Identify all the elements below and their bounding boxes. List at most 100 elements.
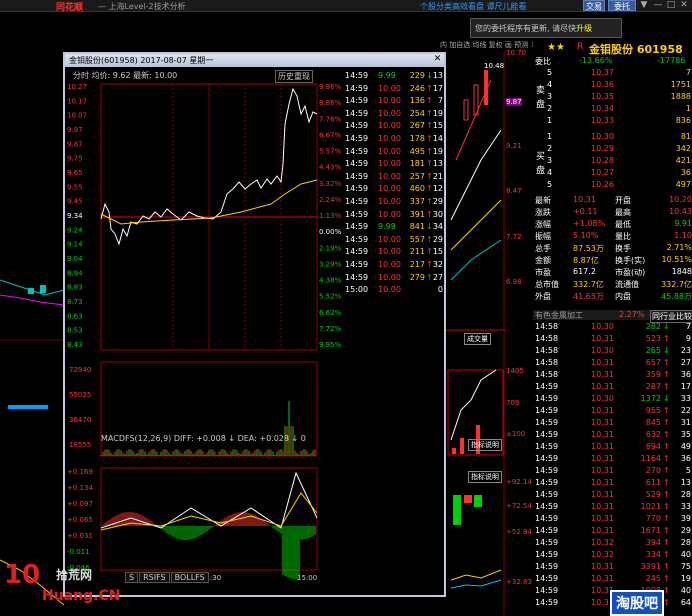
bid-level: 1 [547,132,553,141]
stat-value: 9.91 [674,219,692,228]
ask-row[interactable]: 4 10.36 1751 [533,80,692,90]
maximize-icon[interactable]: □ [664,0,678,11]
mid-price-3: 9.87 [506,98,522,106]
bid-row[interactable]: 4 10.27 36 [533,168,692,178]
trade-volume: 1671 [640,526,661,535]
popup-title[interactable]: 金钼股份(601958) 2017-08-07 星期一 [65,54,444,67]
stat-row: 总手 87.53万 换手 2.71% [533,243,692,253]
stat-value: 10.43 [669,207,692,216]
macd-tick-label: +0.065 [67,516,93,524]
close-icon[interactable]: ✕ [677,0,691,11]
tick-count: 13 [432,71,443,80]
tick-volume: 279 [409,272,425,282]
trade-direction-icon: ↑ [663,526,670,535]
stat-value: 617.2 [573,267,596,276]
stat-label: 涨幅 [535,220,551,229]
tick-time: 14:59 [345,171,369,181]
intraday-chart: 10.27 10.17 10.07 9.97 9.87 9.75 9.65 9.55 9.45 9… [67,83,342,582]
tick-volume: 229 [409,71,425,80]
bid-row[interactable]: 5 10.26 497 [533,180,692,190]
trade-count: 28 [680,490,691,499]
background-chart-left [0,279,64,606]
trade-direction-icon: ↑ [663,442,670,451]
tick-row: 14:59 10.00 267 ↑ 15 [345,121,445,132]
order-button[interactable]: 委托 [608,0,636,11]
indicator-tab[interactable]: BOLLFS [170,572,209,583]
trade-time: 14:59 [535,406,559,415]
ask-row[interactable]: 1 10.33 836 [533,116,692,126]
watermark-domain: Huang.CN [42,588,121,604]
tick-price: 10.00 [378,134,401,143]
trade-row: 14:59 10.31 845 ↑ 31 [533,418,692,428]
update-notice[interactable]: 您的委托程序有更新, 请尽快升级 [470,18,622,38]
news-link[interactable]: 个股分类高效看盘 谭尺儿能看 [420,1,527,12]
watermark-logo-number: 10 [4,560,41,590]
bid-row[interactable]: 1 10.30 81 [533,132,692,142]
tick-count: 19 [432,146,443,156]
trade-time: 14:59 [535,538,559,547]
tick-count: 12 [432,184,443,194]
tick-row: 14:59 10.00 246 ↑ 17 [345,84,445,95]
trade-button[interactable]: 交易 [583,0,605,11]
trade-row: 14:59 10.31 1164 ↑ 36 [533,454,692,464]
trade-volume: 270 [645,466,661,475]
stat-label: 最新 [535,196,551,205]
ask-row[interactable]: 5 10.37 7 [533,68,692,78]
price-tick-label: 9.04 [67,255,83,263]
favorite-star-icon[interactable]: ★★ [547,42,565,53]
ask-level: 3 [547,92,553,101]
tick-volume: 337 [409,197,425,206]
indicator-tab[interactable]: S [125,572,139,583]
trade-direction-icon: ↑ [663,538,670,547]
mid-price-7: 6.98 [506,278,522,286]
ask-row[interactable]: 2 10.34 1 [533,104,692,114]
trade-price: 10.32 [591,538,614,547]
ask-level: 4 [547,80,553,89]
kline-strip: 10.70 10.48 9.87 9.21 8.47 7.72 6.98 成交量… [446,40,533,615]
minimize-icon[interactable]: — [651,0,665,11]
ask-row[interactable]: 3 10.35 1888 [533,92,692,102]
trade-row: 14:58 10.30 265 ↓ 23 [533,346,692,356]
indicator-help-button-2[interactable]: 指标说明 [468,471,502,483]
bid-row[interactable]: 2 10.29 342 [533,144,692,154]
sector-name[interactable]: 有色金属加工 [535,310,583,321]
tick-row: 14:59 10.00 178 ↑ 14 [345,134,445,145]
trade-direction-icon: ↑ [663,478,670,487]
trade-row: 14:58 10.31 523 ↑ 9 [533,334,692,344]
tick-row: 14:59 10.00 254 ↑ 19 [345,109,445,120]
stat-value: 41.65万 [573,292,604,301]
trade-count: 40 [680,586,691,595]
dropdown-icon[interactable]: ▼ [637,0,651,11]
bid-row[interactable]: 3 10.28 421 [533,156,692,166]
ask-price: 10.36 [591,80,614,89]
trade-count: 17 [680,382,691,391]
trade-time: 14:59 [535,526,559,535]
indicator-help-button[interactable]: 指标说明 [468,439,502,451]
macd-tick-label: -0.011 [67,548,90,556]
title-bar: 同花顺 — 上海Level-2技术分析 个股分类高效看盘 谭尺儿能看 交易 委托… [0,0,692,13]
trade-time: 14:59 [535,490,559,499]
trade-row: 14:59 10.31 529 ↑ 28 [533,490,692,500]
price-tick-label: 10.17 [67,97,87,105]
tick-count: 21 [432,171,443,181]
trade-volume: 632 [645,430,661,439]
indicator-tab[interactable]: RSIFS [139,572,170,583]
stat-row: 涨跌 +0.11 最高 10.43 [533,207,692,217]
trade-row: 14:59 10.31 955 ↑ 22 [533,406,692,416]
tick-volume: 495 [409,146,425,156]
trade-count: 19 [680,574,691,583]
stat-row: 涨幅 +1.08% 最低 9.91 [533,219,692,229]
trade-price: 10.31 [591,562,614,571]
trade-count: 36 [680,454,691,463]
upgrade-link[interactable]: 升级 [576,24,592,33]
pct-tick-label: 0.00% [319,228,342,236]
pct-tick-label: 3.32% [319,180,342,188]
tick-count: 15 [432,121,443,131]
stat-label: 振幅 [535,232,551,241]
trade-volume: 694 [645,442,661,451]
trade-volume: 770 [645,514,661,523]
popup-close-icon[interactable]: ✕ [431,54,444,67]
volume-box-label[interactable]: 成交量 [464,333,491,345]
intraday-popup[interactable]: 金钼股份(601958) 2017-08-07 星期一 ✕ 分时 均价: 9.6… [63,52,446,597]
mid-macd-3: +52.94 [506,528,532,536]
